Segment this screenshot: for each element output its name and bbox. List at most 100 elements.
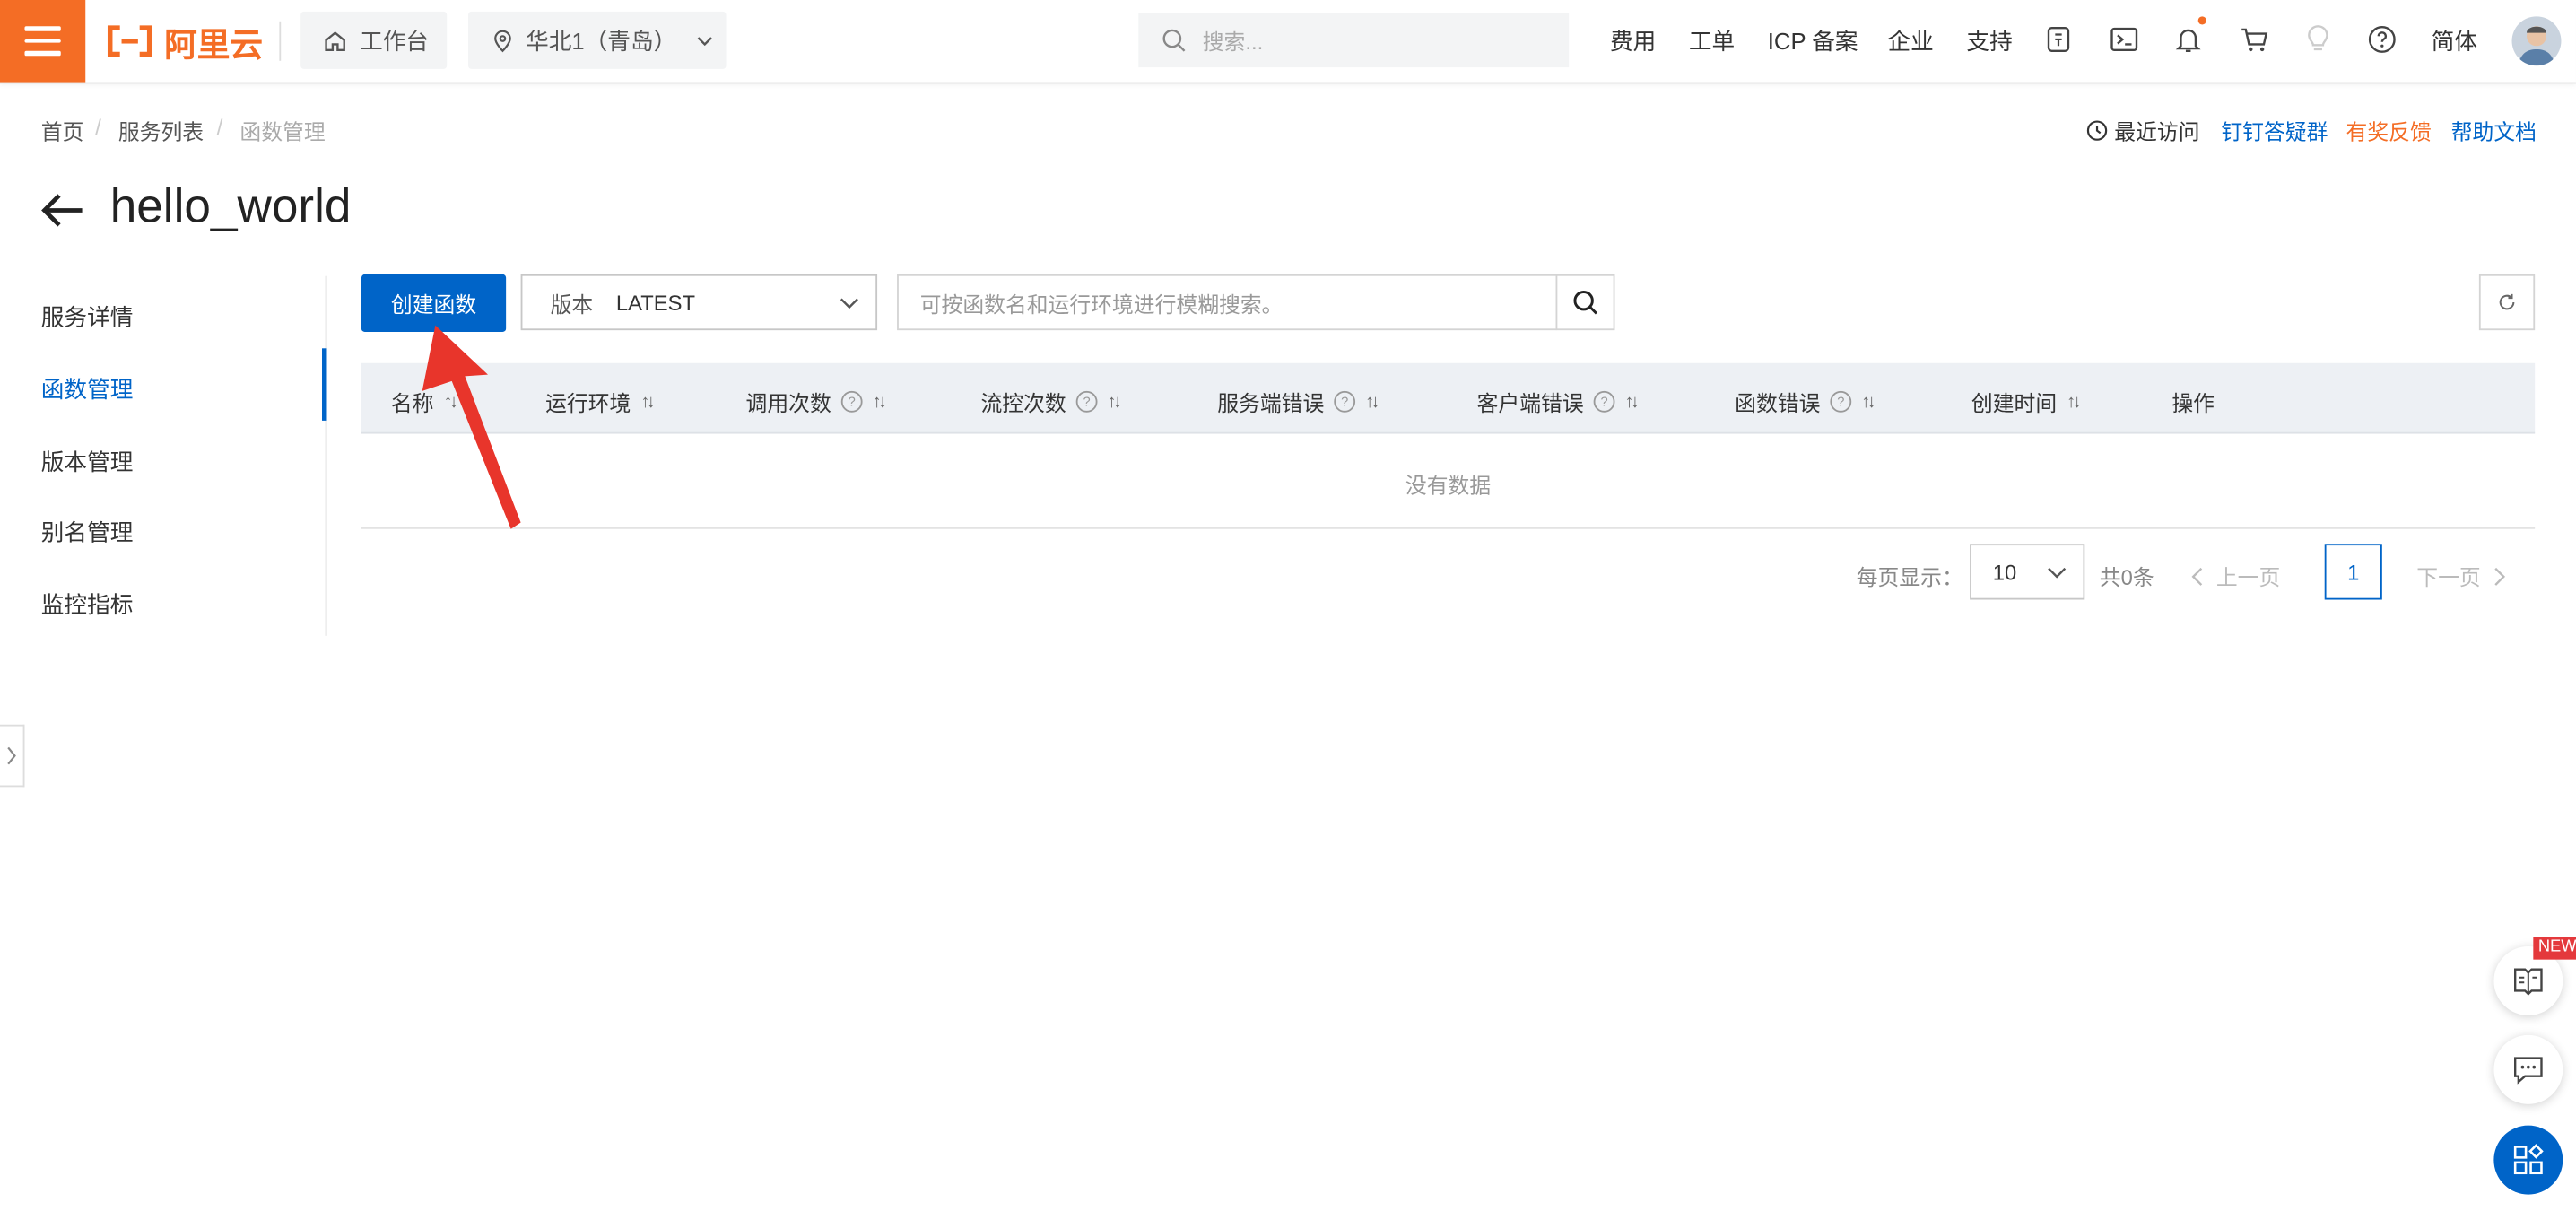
breadcrumb-current: 函数管理 bbox=[239, 119, 326, 145]
hamburger-menu-icon[interactable] bbox=[0, 0, 86, 83]
next-page-button[interactable]: 下一页 bbox=[2416, 561, 2506, 592]
version-select[interactable]: 版本 LATEST bbox=[520, 274, 878, 331]
sidebar-divider bbox=[325, 275, 327, 636]
prev-page-label: 上一页 bbox=[2215, 565, 2281, 590]
apps-grid-icon bbox=[2512, 1144, 2546, 1177]
sort-icon[interactable]: ↑↓ bbox=[1861, 392, 1875, 412]
lightbulb-icon[interactable] bbox=[2300, 22, 2336, 57]
sidebar-expand-toggle[interactable] bbox=[0, 724, 25, 788]
global-search-input[interactable]: 搜索... bbox=[1138, 13, 1570, 68]
column-actions: 操作 bbox=[2171, 386, 2215, 417]
breadcrumb-service-list[interactable]: 服务列表 bbox=[118, 115, 204, 146]
annotation-arrow bbox=[422, 325, 521, 529]
column-function-errors[interactable]: 函数错误? ↑↓ bbox=[1735, 386, 1876, 417]
sidebar-item-version-management[interactable]: 版本管理 bbox=[41, 445, 134, 478]
version-prefix: 版本 bbox=[550, 292, 594, 317]
book-icon bbox=[2512, 966, 2546, 996]
new-badge: NEW bbox=[2533, 937, 2576, 960]
help-icon[interactable]: ? bbox=[1593, 390, 1615, 413]
home-icon bbox=[324, 29, 347, 52]
workbench-button[interactable]: 工作台 bbox=[300, 11, 448, 69]
sort-icon[interactable]: ↑↓ bbox=[1108, 392, 1122, 412]
region-label: 华北1（青岛） bbox=[526, 27, 677, 54]
breadcrumb-home[interactable]: 首页 bbox=[41, 115, 84, 146]
chevron-right-icon bbox=[6, 746, 16, 766]
column-created-time[interactable]: 创建时间 ↑↓ bbox=[1971, 386, 2082, 417]
feedback-link[interactable]: 有奖反馈 bbox=[2346, 115, 2432, 146]
column-function-errors-label: 函数错误 bbox=[1735, 390, 1821, 416]
chevron-left-icon bbox=[2191, 566, 2203, 586]
aliyun-logo-mark-icon bbox=[105, 24, 154, 57]
page-size-select[interactable]: 10 bbox=[1970, 544, 2085, 600]
workbench-label: 工作台 bbox=[360, 27, 430, 54]
table-bottom-border bbox=[361, 527, 2536, 529]
function-search-placeholder: 可按函数名和运行环境进行模糊搜索。 bbox=[919, 292, 1284, 317]
column-server-errors[interactable]: 服务端错误? ↑↓ bbox=[1217, 386, 1380, 417]
recent-visits-label: 最近访问 bbox=[2114, 119, 2200, 145]
next-page-label: 下一页 bbox=[2416, 565, 2481, 590]
version-value: LATEST bbox=[615, 290, 696, 315]
language-switch[interactable]: 简体 bbox=[2432, 24, 2477, 57]
nav-enterprise[interactable]: 企业 bbox=[1888, 24, 1934, 57]
column-created-time-label: 创建时间 bbox=[1971, 390, 2058, 416]
sort-icon[interactable]: ↑↓ bbox=[1624, 392, 1639, 412]
sort-icon[interactable]: ↑↓ bbox=[2067, 392, 2081, 412]
brand-text: 阿里云 bbox=[164, 27, 264, 64]
sidebar-item-function-management[interactable]: 函数管理 bbox=[41, 373, 134, 406]
user-avatar[interactable] bbox=[2511, 16, 2562, 66]
column-runtime[interactable]: 运行环境 ↑↓ bbox=[545, 386, 656, 417]
recent-visits-link[interactable]: 最近访问 bbox=[2086, 115, 2200, 146]
aliyun-logo[interactable]: 阿里云 bbox=[105, 20, 264, 64]
chevron-right-icon bbox=[2493, 566, 2506, 586]
page-size-value: 10 bbox=[1992, 559, 2017, 585]
sort-icon[interactable]: ↑↓ bbox=[640, 392, 655, 412]
breadcrumb-separator: / bbox=[95, 115, 101, 140]
prev-page-button[interactable]: 上一页 bbox=[2191, 561, 2280, 592]
terminal-icon[interactable] bbox=[2106, 22, 2142, 57]
help-icon[interactable]: ? bbox=[1075, 390, 1098, 413]
sidebar-item-monitoring[interactable]: 监控指标 bbox=[41, 588, 134, 622]
dingtalk-group-link[interactable]: 钉钉答疑群 bbox=[2221, 115, 2328, 146]
sidebar-item-service-details[interactable]: 服务详情 bbox=[41, 301, 134, 334]
sort-icon[interactable]: ↑↓ bbox=[1365, 392, 1379, 412]
help-icon[interactable]: ? bbox=[1830, 390, 1852, 413]
chevron-down-icon bbox=[696, 35, 712, 46]
table-empty-text: 没有数据 bbox=[1405, 473, 1492, 498]
function-search-button[interactable] bbox=[1555, 274, 1615, 331]
page-number-current[interactable]: 1 bbox=[2324, 544, 2382, 600]
column-runtime-label: 运行环境 bbox=[545, 390, 631, 416]
search-icon bbox=[1572, 289, 1598, 315]
nav-icp[interactable]: ICP 备案 bbox=[1768, 24, 1858, 57]
apps-menu-button[interactable] bbox=[2493, 1125, 2563, 1195]
nav-billing[interactable]: 费用 bbox=[1610, 24, 1656, 57]
help-circle-icon[interactable] bbox=[2364, 22, 2400, 57]
region-selector[interactable]: 华北1（青岛） bbox=[468, 11, 727, 69]
chevron-down-icon bbox=[840, 297, 859, 309]
function-search-input[interactable]: 可按函数名和运行环境进行模糊搜索。 bbox=[897, 274, 1558, 331]
column-invocations-label: 调用次数 bbox=[745, 390, 831, 416]
help-icon[interactable]: ? bbox=[1334, 390, 1356, 413]
nav-support[interactable]: 支持 bbox=[1966, 24, 2012, 57]
help-icon[interactable]: ? bbox=[840, 390, 863, 413]
chat-button[interactable] bbox=[2493, 1034, 2563, 1104]
column-throttles-label: 流控次数 bbox=[980, 390, 1066, 416]
clock-icon bbox=[2086, 120, 2108, 142]
app-download-icon[interactable] bbox=[2041, 22, 2076, 57]
column-client-errors[interactable]: 客户端错误? ↑↓ bbox=[1477, 386, 1640, 417]
breadcrumb-separator: / bbox=[216, 115, 223, 140]
nav-ticket[interactable]: 工单 bbox=[1689, 24, 1735, 57]
total-count: 共0条 bbox=[2099, 565, 2154, 590]
refresh-icon bbox=[2497, 292, 2517, 312]
column-invocations[interactable]: 调用次数? ↑↓ bbox=[745, 386, 887, 417]
back-arrow-icon[interactable] bbox=[39, 190, 85, 230]
sort-icon[interactable]: ↑↓ bbox=[873, 392, 887, 412]
cart-icon[interactable] bbox=[2236, 22, 2272, 57]
help-docs-link[interactable]: 帮助文档 bbox=[2451, 115, 2537, 146]
header-divider bbox=[279, 21, 282, 61]
location-pin-icon bbox=[492, 29, 512, 52]
refresh-button[interactable] bbox=[2478, 274, 2536, 331]
page-title: hello_world bbox=[109, 180, 352, 234]
column-throttles[interactable]: 流控次数? ↑↓ bbox=[980, 386, 1122, 417]
notification-bell-icon[interactable] bbox=[2171, 16, 2206, 57]
sidebar-item-alias-management[interactable]: 别名管理 bbox=[41, 516, 134, 549]
